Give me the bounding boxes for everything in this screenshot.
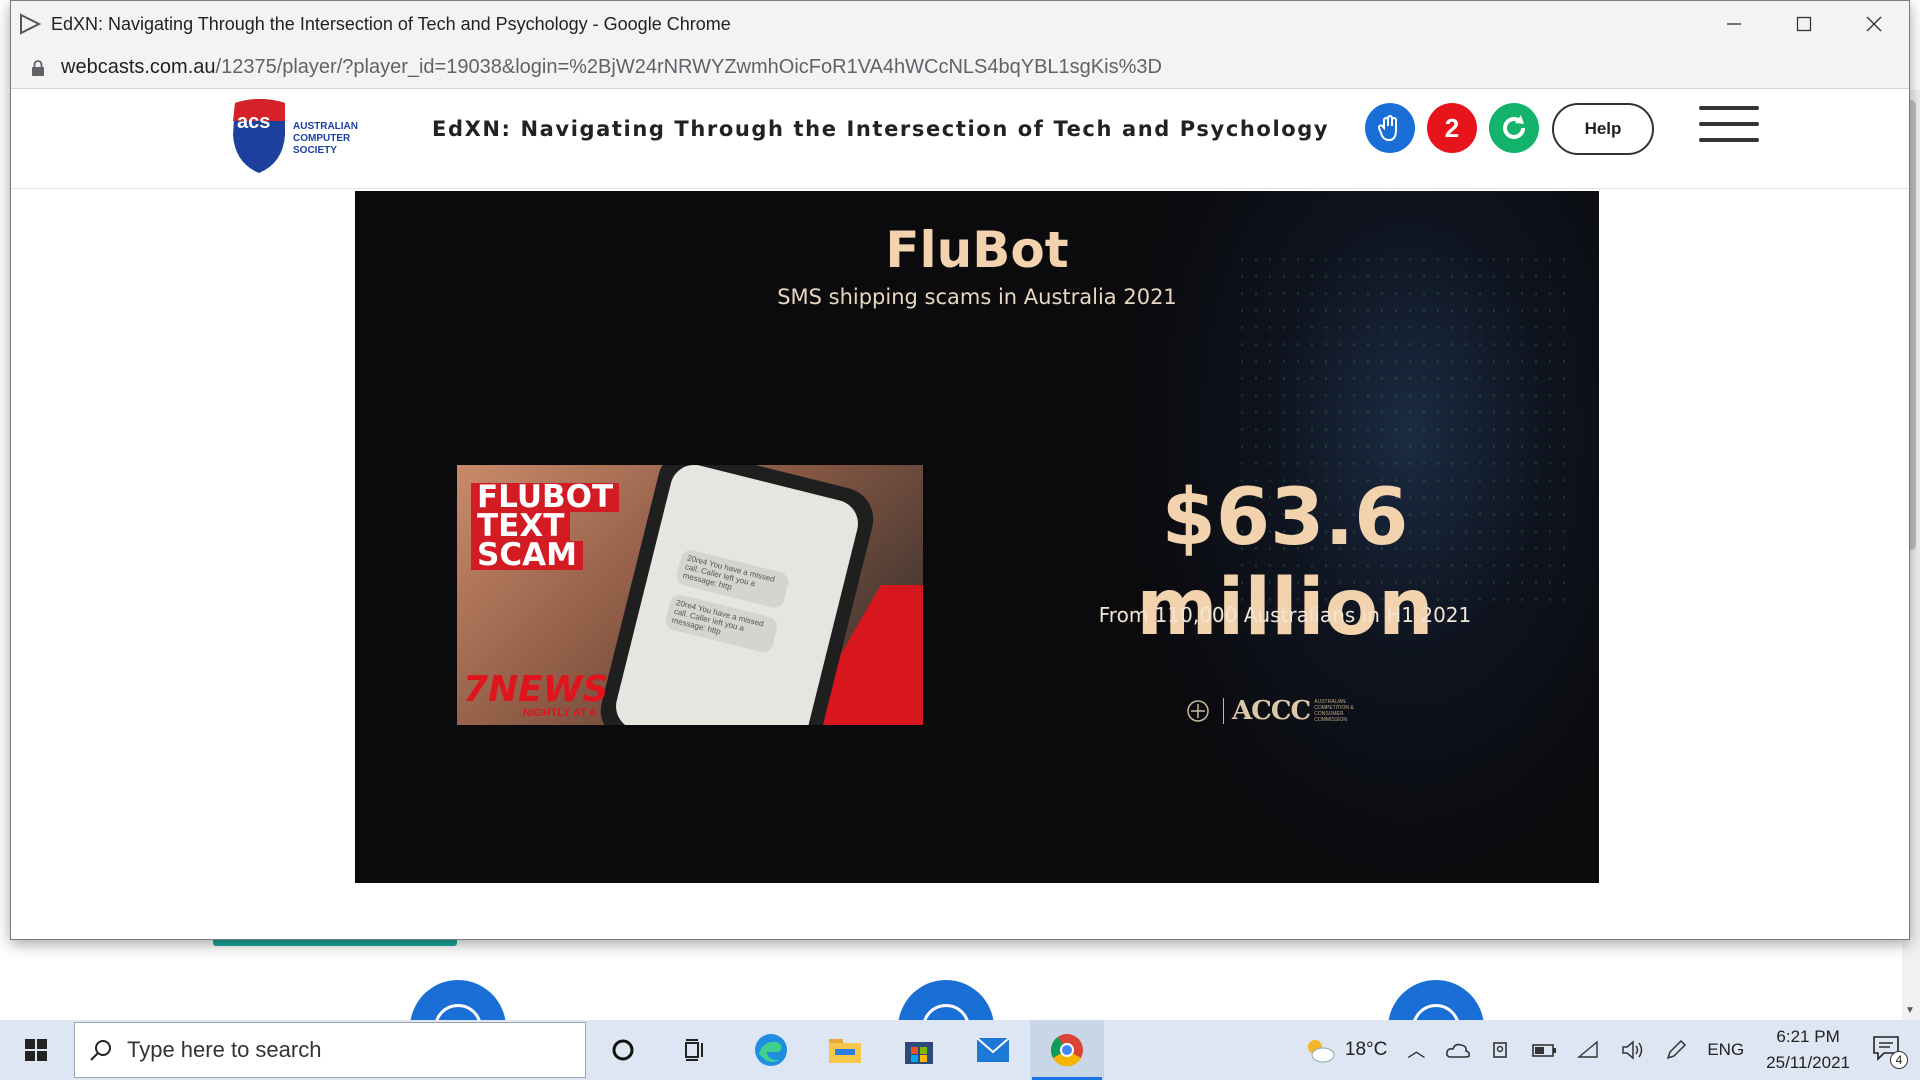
clock[interactable]: 6:21 PM 25/11/2021 <box>1766 1024 1850 1076</box>
player-header: acs AUSTRALIAN COMPUTER SOCIETY EdXN: Na… <box>11 89 1909 189</box>
onedrive-icon[interactable] <box>1445 1041 1471 1059</box>
acs-logo[interactable]: acs AUSTRALIAN COMPUTER SOCIETY <box>225 95 375 175</box>
logo-line1: AUSTRALIAN <box>293 121 358 132</box>
windows-icon <box>25 1039 47 1061</box>
volume-icon[interactable] <box>1621 1040 1645 1060</box>
taskbar: Type here to search 18°C ︿ ENG 6:21 PM 2… <box>0 1020 1920 1080</box>
news-brand: 7NEWS <box>463 669 609 710</box>
temperature[interactable]: 18°C <box>1345 1039 1387 1061</box>
wifi-icon[interactable] <box>1577 1040 1601 1060</box>
crest-icon <box>1187 700 1209 722</box>
pen-icon[interactable] <box>1665 1039 1687 1061</box>
url-text[interactable]: webcasts.com.au/12375/player/?player_id=… <box>61 56 1162 79</box>
logo-line2: COMPUTER <box>293 133 351 144</box>
close-button[interactable] <box>1839 1 1909 47</box>
chevron-up-icon[interactable]: ︿ <box>1407 1037 1425 1063</box>
news-tagline: NIGHTLY AT 6 <box>523 707 596 719</box>
slide-subtitle: SMS shipping scams in Australia 2021 <box>777 285 1177 309</box>
mail-icon[interactable] <box>956 1020 1030 1080</box>
event-title: EdXN: Navigating Through the Intersectio… <box>432 117 1330 141</box>
notification-center-button[interactable]: 4 <box>1872 1035 1908 1069</box>
from-text: From 110,000 Australians in H1 2021 <box>1098 603 1472 627</box>
notification-count-button[interactable]: 2 <box>1427 103 1477 153</box>
notification-badge: 4 <box>1890 1051 1908 1069</box>
presentation-slide[interactable]: FluBot SMS shipping scams in Australia 2… <box>355 191 1599 883</box>
address-bar[interactable]: webcasts.com.au/12375/player/?player_id=… <box>11 47 1909 89</box>
url-path: /12375/player/?player_id=19038&login=%2B… <box>215 56 1162 78</box>
weather-icon[interactable] <box>1303 1035 1337 1065</box>
clock-time: 6:21 PM <box>1776 1027 1840 1046</box>
menu-icon[interactable] <box>1699 106 1759 148</box>
logo-line3: SOCIETY <box>293 145 337 156</box>
battery-icon[interactable] <box>1531 1041 1557 1059</box>
raise-hand-button[interactable] <box>1365 103 1415 153</box>
window-title: EdXN: Navigating Through the Intersectio… <box>51 13 731 34</box>
agency-name: ACCC <box>1232 696 1311 726</box>
agency-full: AUSTRALIAN COMPETITION & CONSUMER COMMIS… <box>1314 699 1354 723</box>
help-button[interactable]: Help <box>1552 103 1654 155</box>
meet-icon[interactable] <box>1491 1039 1511 1061</box>
logo-abbr: acs <box>237 111 270 133</box>
accc-logo: ACCC AUSTRALIAN COMPETITION & CONSUMER C… <box>1181 696 1358 726</box>
url-host: webcasts.com.au <box>61 56 216 78</box>
clock-date: 25/11/2021 <box>1766 1053 1850 1072</box>
maximize-button[interactable] <box>1769 1 1839 47</box>
hand-icon <box>1377 115 1397 142</box>
news-image: 20re4 You have a missed call. Caller lef… <box>457 465 923 725</box>
edge-icon[interactable] <box>734 1020 808 1080</box>
search-icon <box>90 1040 111 1061</box>
start-button[interactable] <box>0 1020 72 1080</box>
slide-title: FluBot <box>885 221 1069 279</box>
player-icon <box>20 13 41 35</box>
cortana-icon[interactable] <box>586 1020 660 1080</box>
store-icon[interactable] <box>882 1020 956 1080</box>
title-bar: EdXN: Navigating Through the Intersectio… <box>11 1 1909 47</box>
lock-icon <box>32 59 44 76</box>
browser-window: EdXN: Navigating Through the Intersectio… <box>10 0 1910 940</box>
search-placeholder: Type here to search <box>127 1037 322 1062</box>
news-label-3: SCAM <box>471 540 583 571</box>
file-explorer-icon[interactable] <box>808 1020 882 1080</box>
refresh-icon <box>1503 115 1525 139</box>
scroll-down-arrow[interactable]: ▼ <box>1905 1005 1915 1016</box>
language-indicator[interactable]: ENG <box>1707 1040 1744 1060</box>
refresh-button[interactable] <box>1489 103 1539 153</box>
taskbar-search[interactable]: Type here to search <box>74 1022 586 1078</box>
chrome-icon[interactable] <box>1030 1020 1104 1080</box>
system-tray: 18°C ︿ ENG 6:21 PM 25/11/2021 4 <box>1303 1020 1920 1080</box>
minimize-button[interactable] <box>1699 1 1769 47</box>
task-view-icon[interactable] <box>660 1020 734 1080</box>
